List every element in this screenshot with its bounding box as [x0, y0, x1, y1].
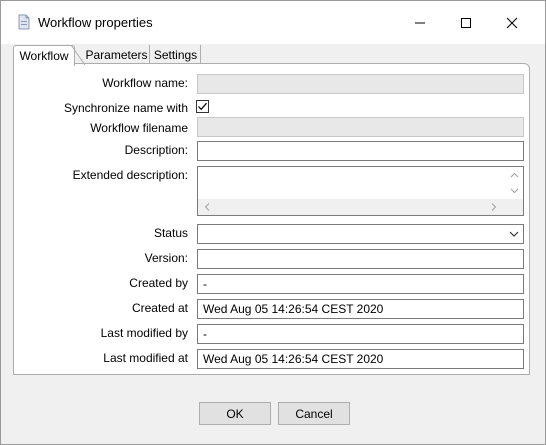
last-modified-at-label: Last modified at [103, 351, 188, 365]
title-bar: Workflow properties [1, 1, 545, 44]
created-by-label: Created by [129, 276, 188, 290]
window-title: Workflow properties [38, 15, 153, 30]
workflow-properties-dialog: Workflow properties Workflow Parameters … [0, 0, 546, 445]
tab-parameters[interactable]: Parameters [84, 45, 150, 65]
close-icon [506, 17, 518, 28]
last-modified-by-field[interactable]: - [197, 324, 524, 344]
chevron-down-icon [509, 231, 519, 237]
extended-description-label: Extended description: [72, 168, 188, 182]
synchronize-name-label: Synchronize name with [63, 101, 188, 115]
ok-button[interactable]: OK [199, 402, 271, 425]
created-at-label: Created at [131, 301, 188, 315]
close-button[interactable] [489, 1, 535, 44]
version-input[interactable] [197, 249, 524, 269]
minimize-button[interactable] [397, 1, 443, 44]
workflow-filename-label: Workflow filename [90, 121, 188, 135]
document-icon [18, 14, 30, 30]
cancel-button[interactable]: Cancel [278, 402, 350, 425]
scroll-down-icon [510, 188, 519, 194]
horizontal-scrollbar[interactable] [198, 199, 523, 215]
minimize-icon [415, 22, 425, 23]
checkmark-icon [198, 102, 207, 111]
created-at-field[interactable]: Wed Aug 05 14:26:54 CEST 2020 [197, 299, 524, 319]
description-label: Description: [124, 143, 188, 157]
created-by-field[interactable]: - [197, 274, 524, 294]
tab-workflow[interactable]: Workflow [13, 45, 75, 66]
synchronize-name-checkbox[interactable] [196, 100, 209, 113]
workflow-filename-field [197, 117, 524, 137]
status-select[interactable] [197, 224, 524, 244]
description-input[interactable] [197, 141, 524, 161]
workflow-tab-panel: Workflow name: Synchronize name with Wor… [13, 63, 530, 375]
tab-settings[interactable]: Settings [151, 45, 201, 65]
tab-divider [71, 45, 86, 65]
scroll-right-icon [491, 203, 497, 211]
version-label: Version: [144, 251, 188, 265]
workflow-name-label: Workflow name: [102, 76, 188, 90]
workflow-name-field [197, 74, 524, 94]
status-label: Status [153, 226, 188, 240]
scroll-left-icon [204, 203, 210, 211]
last-modified-at-field[interactable]: Wed Aug 05 14:26:54 CEST 2020 [197, 349, 524, 369]
maximize-button[interactable] [443, 1, 489, 44]
scroll-up-icon [510, 172, 519, 178]
last-modified-by-label: Last modified by [100, 326, 188, 340]
maximize-icon [461, 17, 471, 28]
vertical-scrollbar[interactable] [506, 167, 523, 200]
extended-description-textarea[interactable] [197, 166, 524, 216]
